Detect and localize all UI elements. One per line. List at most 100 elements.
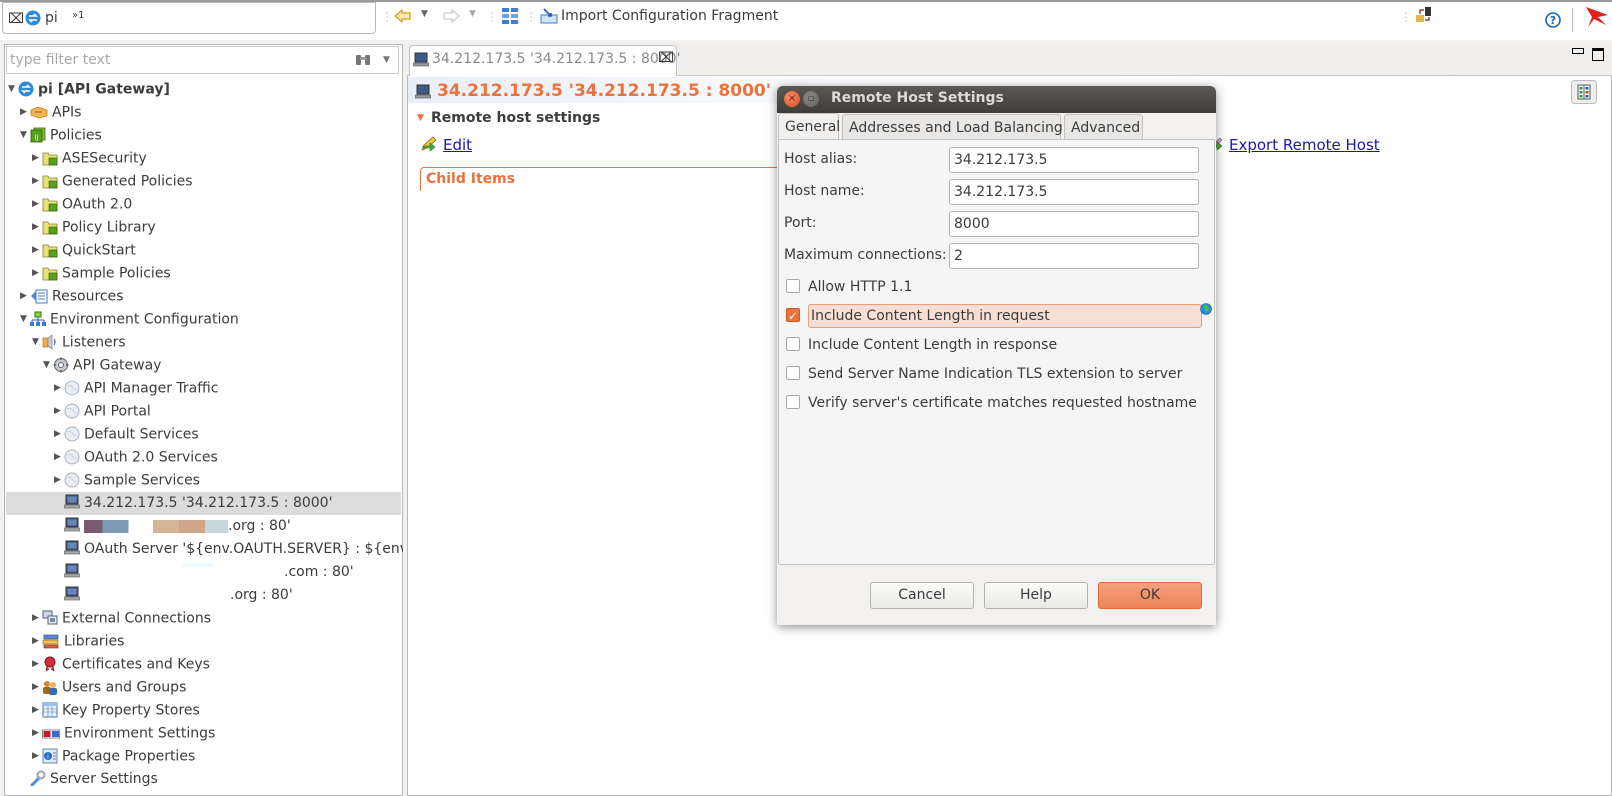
host-alias-input[interactable] [949,147,1199,173]
forward-dropdown-icon[interactable]: ▼ [469,9,476,19]
collapsed-twisty-icon[interactable]: ▶ [32,745,42,768]
checkbox-unchecked[interactable] [786,337,800,351]
checkbox-label[interactable]: Verify server's certificate matches requ… [808,395,1197,411]
checkbox-label[interactable]: Allow HTTP 1.1 [808,279,912,295]
collapsed-twisty-icon[interactable]: ▶ [32,653,42,676]
tree-item[interactable]: ▶ Default Services [54,423,199,446]
collapsed-twisty-icon[interactable]: ▶ [32,722,42,745]
tree-item[interactable]: .com : 80' [54,561,354,584]
collapsed-twisty-icon[interactable]: ▶ [54,423,64,446]
collapsed-twisty-icon[interactable]: ▶ [20,101,30,124]
checkbox-unchecked[interactable] [786,279,800,293]
help-icon[interactable]: ? [1545,12,1561,32]
tree-item[interactable]: ▶ APIs [20,101,81,124]
edit-link[interactable]: Edit [443,136,472,154]
collapsed-twisty-icon[interactable]: ▶ [32,216,42,239]
expanded-twisty-icon[interactable]: ▼ [43,354,53,377]
tab-general[interactable]: General [778,113,840,140]
checkbox-label[interactable]: Include Content Length in request [808,304,1202,328]
tree-item[interactable]: ▶ Certificates and Keys [32,653,210,676]
collapsed-twisty-icon[interactable]: ▶ [32,193,42,216]
tree-item[interactable]: ▶ API Portal [54,400,151,423]
tree-item[interactable]: ▶ QuickStart [32,239,136,262]
maximize-icon[interactable] [1592,48,1604,61]
tree-item[interactable]: ▼ Environment Configuration [20,308,239,331]
import-configuration-fragment-button[interactable]: Import Configuration Fragment [561,8,778,24]
back-dropdown-icon[interactable]: ▼ [421,9,428,19]
minimize-icon[interactable] [1572,48,1584,54]
cancel-button[interactable]: Cancel [870,582,974,609]
tree-item[interactable]: 34.212.173.5 '34.212.173.5 : 8000' [6,492,401,515]
forward-icon[interactable] [442,8,460,28]
expanded-twisty-icon[interactable]: ▼ [20,308,30,331]
tree-item[interactable]: ▶ Users and Groups [32,676,186,699]
collapsed-twisty-icon[interactable]: ▶ [32,239,42,262]
import-icon[interactable] [540,8,558,28]
tab-advanced[interactable]: Advanced [1064,114,1143,140]
tree-item[interactable]: .org : 80' [54,584,293,607]
checkbox-label[interactable]: Send Server Name Indication TLS extensio… [808,366,1182,382]
tree-item[interactable]: ▼ API Gateway [43,354,161,377]
collapsed-twisty-icon[interactable]: ▶ [54,400,64,423]
tree-item[interactable]: ▶ Libraries [32,630,124,653]
checkbox-row[interactable]: Allow HTTP 1.1 [786,275,912,299]
ok-button[interactable]: OK [1098,582,1202,609]
collapsed-twisty-icon[interactable]: ▶ [32,262,42,285]
tree-item[interactable]: ▶ OAuth 2.0 [32,193,132,216]
deploy-icon[interactable] [1415,6,1433,28]
tree-item[interactable]: ▶ Key Property Stores [32,699,200,722]
tree-item[interactable]: ▼ Listeners [32,331,126,354]
dialog-close-button[interactable]: × [784,91,800,107]
tree-item[interactable]: ▶ Generated Policies [32,170,193,193]
checkbox-label[interactable]: Include Content Length in response [808,337,1057,353]
tree-item[interactable]: Server Settings [20,768,158,791]
tree-item[interactable]: OAuth Server '${env.OAUTH.SERVER} : ${en… [54,538,403,561]
layout-toggle-button[interactable] [1571,80,1597,104]
tree-item[interactable]: ▶ External Connections [32,607,211,630]
expanded-twisty-icon[interactable]: ▼ [32,331,42,354]
collapsed-twisty-icon[interactable]: ▶ [32,699,42,722]
export-remote-host-link[interactable]: Export Remote Host [1229,136,1380,154]
checkbox-checked[interactable] [786,304,800,328]
tree-item[interactable]: ▼ pi [API Gateway] [8,78,170,101]
collapsed-twisty-icon[interactable]: ▶ [32,147,42,170]
tree-item[interactable]: ▶ Resources [20,285,124,308]
collapsed-twisty-icon[interactable]: ▶ [32,676,42,699]
checkbox-unchecked[interactable] [786,366,800,380]
collapsed-twisty-icon[interactable]: ▶ [54,446,64,469]
tree-item[interactable]: ▶ Policy Library [32,216,156,239]
collapsed-twisty-icon[interactable]: ▶ [54,469,64,492]
tree-item[interactable]: ▶ OAuth 2.0 Services [54,446,218,469]
checkbox-row[interactable]: Verify server's certificate matches requ… [786,391,1197,415]
port-input[interactable] [949,211,1199,237]
max-connections-input[interactable] [949,243,1199,269]
tree-item[interactable]: ▶ Environment Settings [32,722,215,745]
tree-item[interactable]: ▶ API Manager Traffic [54,377,218,400]
edit-pencil-icon[interactable] [420,136,438,156]
section-collapse-icon[interactable]: ▼ [417,113,424,123]
expanded-twisty-icon[interactable]: ▼ [20,124,30,147]
tab-addresses-and-load-balancing[interactable]: Addresses and Load Balancing [842,114,1063,140]
tree-item[interactable]: ▶ Sample Policies [32,262,171,285]
close-tab-icon[interactable]: ⌧ [658,50,674,66]
tree-item[interactable]: .org : 80' [54,515,291,538]
collapsed-twisty-icon[interactable]: ▶ [32,630,42,653]
host-name-input[interactable] [949,179,1199,205]
collapsed-twisty-icon[interactable]: ▶ [20,285,30,308]
collapsed-twisty-icon[interactable]: ▶ [32,170,42,193]
checkbox-unchecked[interactable] [786,395,800,409]
collapsed-twisty-icon[interactable]: ▶ [32,607,42,630]
checkbox-row[interactable]: Include Content Length in request [786,304,1202,328]
hierarchy-icon[interactable] [501,7,519,29]
checkbox-row[interactable]: Include Content Length in response [786,333,1057,357]
help-button[interactable]: Help [984,582,1088,609]
dialog-maximize-button[interactable]: ▫ [803,91,819,107]
checkbox-row[interactable]: Send Server Name Indication TLS extensio… [786,362,1182,386]
collapsed-twisty-icon[interactable]: ▶ [54,377,64,400]
section-title[interactable]: Remote host settings [431,110,600,126]
tree-item[interactable]: ▶ ASESecurity [32,147,147,170]
editor-tab-label[interactable]: 34.212.173.5 '34.212.173.5 : 8000' [432,51,680,67]
tree-item[interactable]: ▶ Sample Services [54,469,200,492]
tree-item[interactable]: ▼ IJ Policies [20,124,102,147]
tree-item[interactable]: ▶ i Package Properties [32,745,195,768]
